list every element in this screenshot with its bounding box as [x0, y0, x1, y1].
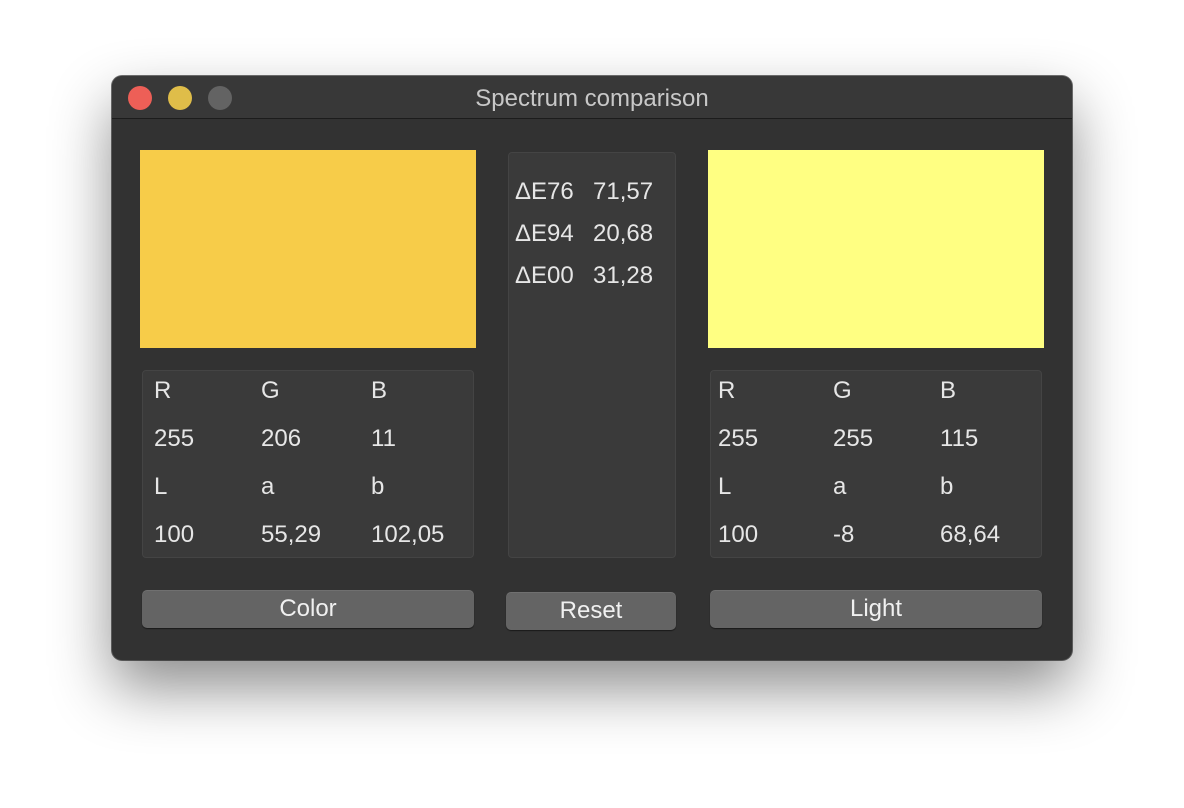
color-values-panel: R G B 255 206 11 L a b 100 55,29 102,05 — [142, 370, 474, 558]
delta-e94-value: 20,68 — [593, 220, 654, 247]
light-header-g: G — [833, 377, 852, 404]
delta-e76-label: ΔE76 — [515, 178, 574, 205]
color-header-l: L — [154, 473, 168, 500]
light-header-b: B — [940, 377, 957, 404]
delta-e00-label: ΔE00 — [515, 262, 574, 289]
color-header-b: B — [371, 377, 388, 404]
color-header-a: a — [261, 473, 275, 500]
title-bar[interactable]: Spectrum comparison — [112, 76, 1072, 119]
light-value-a: -8 — [833, 521, 855, 548]
color-header-r: R — [154, 377, 172, 404]
delta-e-panel: ΔE76 71,57 ΔE94 20,68 ΔE00 31,28 — [508, 152, 676, 558]
color-button[interactable]: Color — [142, 590, 474, 628]
color-swatch — [140, 150, 476, 348]
spectrum-comparison-window: Spectrum comparison R G B 255 206 11 L a… — [112, 76, 1072, 660]
reset-button[interactable]: Reset — [506, 592, 676, 630]
light-swatch — [708, 150, 1044, 348]
light-header-l: L — [718, 473, 732, 500]
delta-e94-label: ΔE94 — [515, 220, 574, 247]
window-title: Spectrum comparison — [475, 85, 709, 112]
light-header-r: R — [718, 377, 736, 404]
light-value-b: 115 — [940, 425, 979, 452]
color-value-lab-b: 102,05 — [371, 521, 445, 548]
light-header-lab-b: b — [940, 473, 954, 500]
light-value-r: 255 — [718, 425, 759, 452]
light-value-lab-b: 68,64 — [940, 521, 1001, 548]
light-value-g: 255 — [833, 425, 874, 452]
delta-e76-value: 71,57 — [593, 178, 654, 205]
color-value-l: 100 — [154, 521, 195, 548]
light-value-l: 100 — [718, 521, 759, 548]
color-value-b: 11 — [371, 425, 396, 452]
color-value-r: 255 — [154, 425, 195, 452]
color-header-g: G — [261, 377, 280, 404]
light-header-a: a — [833, 473, 847, 500]
color-header-lab-b: b — [371, 473, 385, 500]
delta-e00-value: 31,28 — [593, 262, 654, 289]
light-button[interactable]: Light — [710, 590, 1042, 628]
light-values-panel: R G B 255 255 115 L a b 100 -8 68,64 — [710, 370, 1042, 558]
color-value-g: 206 — [261, 425, 302, 452]
color-value-a: 55,29 — [261, 521, 322, 548]
